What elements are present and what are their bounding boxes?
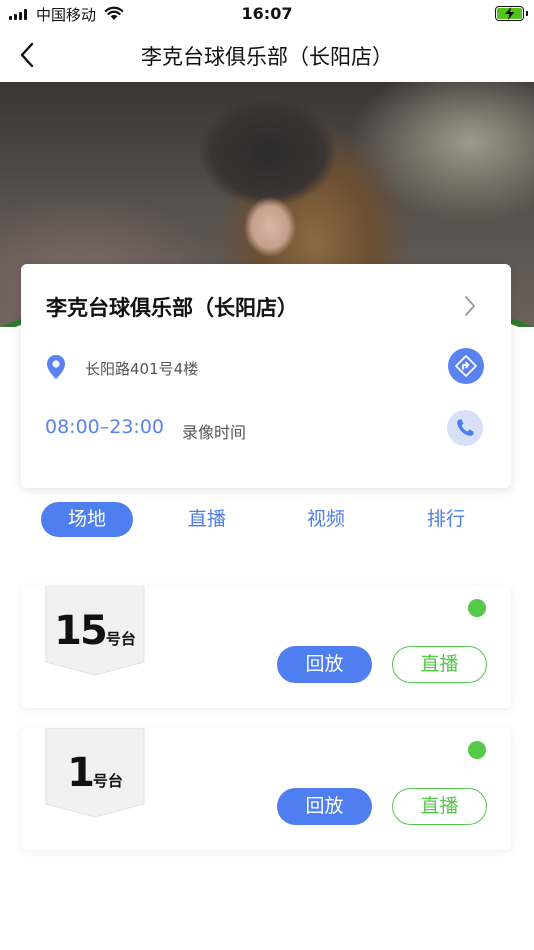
status-bar: 中国移动 16:07 <box>0 0 534 28</box>
tab-venue[interactable]: 场地 <box>41 502 133 537</box>
table-card: 15号台 回放 直播 <box>21 586 511 708</box>
call-button[interactable] <box>447 410 483 446</box>
tab-ranking[interactable]: 排行 <box>400 502 492 537</box>
tab-live[interactable]: 直播 <box>161 502 253 537</box>
table-number-badge: 15号台 <box>45 586 145 676</box>
nav-bar: 李克台球俱乐部（长阳店） <box>0 28 534 82</box>
table-number: 1 <box>67 750 95 796</box>
status-dot <box>468 599 486 617</box>
chevron-right-icon[interactable] <box>462 294 478 318</box>
status-dot <box>468 741 486 759</box>
live-button[interactable]: 直播 <box>392 788 487 825</box>
phone-icon <box>457 419 474 436</box>
navigation-icon <box>455 355 477 377</box>
club-name: 李克台球俱乐部（长阳店） <box>46 296 298 320</box>
club-info-card[interactable]: 李克台球俱乐部（长阳店） 长阳路401号4楼 08:00–23:00 录像时间 <box>21 264 511 488</box>
table-number-badge: 1号台 <box>45 728 145 818</box>
table-number: 15 <box>54 608 108 654</box>
tab-videos[interactable]: 视频 <box>280 502 372 537</box>
table-unit: 号台 <box>92 772 123 790</box>
club-address: 长阳路401号4楼 <box>85 360 199 378</box>
table-card: 1号台 回放 直播 <box>21 728 511 850</box>
battery-icon <box>495 6 528 21</box>
table-unit: 号台 <box>105 630 136 648</box>
location-pin-icon <box>47 355 65 379</box>
live-button[interactable]: 直播 <box>392 646 487 683</box>
page-title: 李克台球俱乐部（长阳店） <box>141 45 393 69</box>
clock: 16:07 <box>241 4 293 23</box>
recording-time-label: 录像时间 <box>182 423 247 442</box>
replay-button[interactable]: 回放 <box>277 788 372 825</box>
replay-button[interactable]: 回放 <box>277 646 372 683</box>
navigation-button[interactable] <box>448 348 484 384</box>
business-hours: 08:00–23:00 <box>45 416 165 438</box>
